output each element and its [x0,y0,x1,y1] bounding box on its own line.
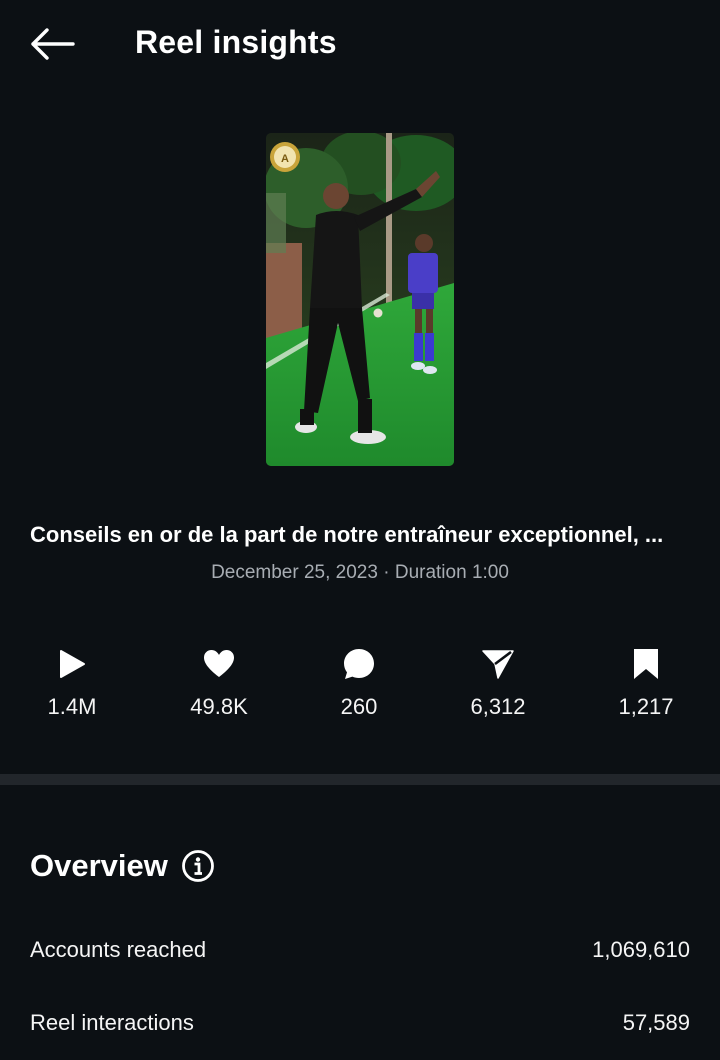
stat-comments[interactable]: 260 [304,646,414,720]
reel-thumbnail[interactable]: A [266,133,454,466]
reel-meta: December 25, 2023 · Duration 1:00 [0,562,720,584]
arrow-left-icon [31,28,75,60]
stat-shares-value: 6,312 [470,694,526,719]
meta-separator: · [383,562,390,583]
play-icon [60,650,85,678]
page-title: Reel insights [135,24,337,60]
stat-likes[interactable]: 49.8K [164,646,274,720]
heart-icon [204,650,234,677]
reel-interactions-value: 57,589 [622,1010,690,1035]
stat-shares[interactable]: 6,312 [443,646,553,720]
info-icon[interactable] [181,849,215,883]
header: Reel insights [0,0,720,88]
reel-interactions-label: Reel interactions [30,1010,194,1035]
comment-icon [344,649,374,679]
stat-likes-value: 49.8K [190,694,248,719]
share-icon [482,650,514,679]
stat-saves[interactable]: 1,217 [591,646,701,720]
stat-plays[interactable]: 1.4M [17,646,127,720]
stat-comments-value: 260 [340,694,378,719]
bookmark-icon [634,649,658,679]
reel-caption[interactable]: Conseils en or de la part de notre entra… [30,522,690,548]
accounts-reached-label: Accounts reached [30,937,207,962]
stat-plays-value: 1.4M [47,694,97,719]
accounts-reached-value: 1,069,610 [592,937,690,962]
section-divider [0,774,720,785]
svg-text:A: A [281,153,289,165]
reel-duration: Duration 1:00 [394,562,509,583]
back-button[interactable] [28,22,76,66]
reel-interactions-row[interactable]: Reel interactions 57,589 [30,1003,690,1043]
overview-heading: Overview [30,848,168,883]
accounts-reached-row[interactable]: Accounts reached 1,069,610 [30,930,690,970]
reel-date: December 25, 2023 [211,562,378,583]
reel-insights-screen: Reel insights A Conseils en or de la par… [0,0,720,1060]
stat-saves-value: 1,217 [618,694,674,719]
